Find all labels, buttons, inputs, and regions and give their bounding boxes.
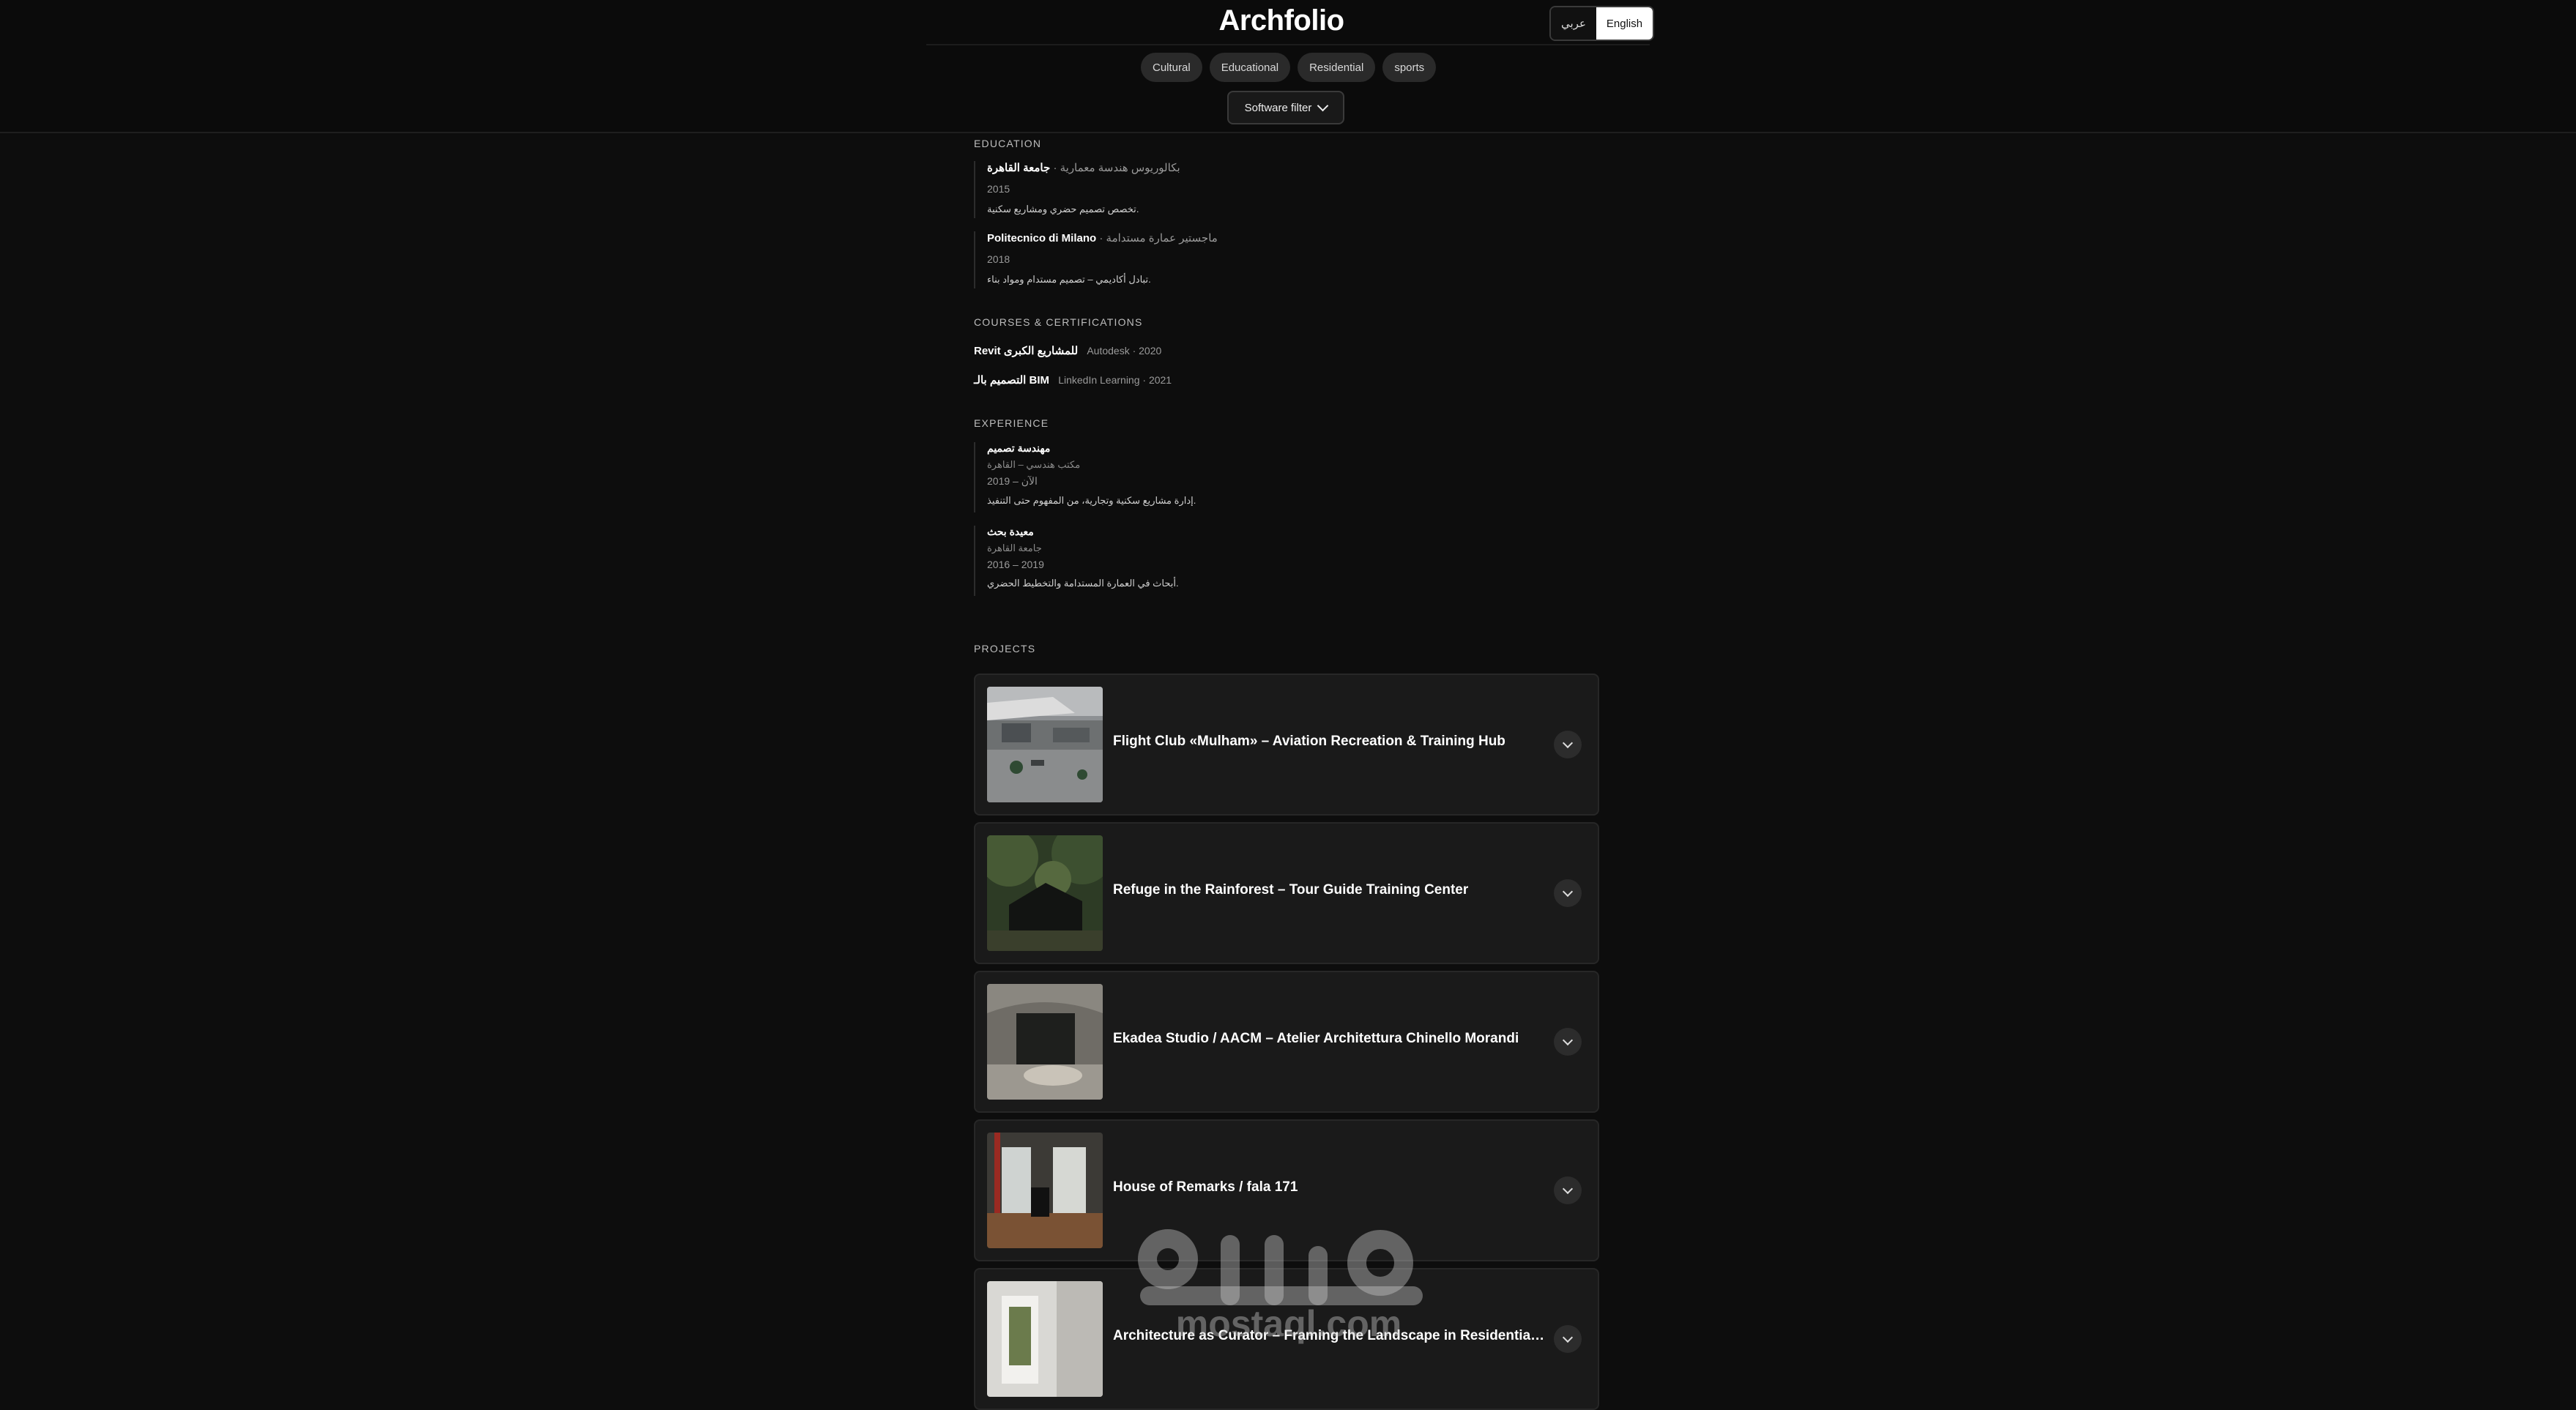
chevron-down-icon xyxy=(1562,1183,1574,1194)
lang-english-button[interactable]: English xyxy=(1596,7,1653,40)
category-cultural[interactable]: Cultural xyxy=(1141,53,1202,82)
courses-heading: COURSES & CERTIFICATIONS xyxy=(974,316,1143,328)
experience-description: إدارة مشاريع سكنية وتجارية، من المفهوم ح… xyxy=(987,495,1196,506)
brand-logo[interactable]: Archfolio xyxy=(1128,4,1435,41)
education-item: بكالوريوس هندسة معمارية · جامعة القاهرة … xyxy=(974,161,1180,218)
header-divider xyxy=(926,44,1650,45)
expand-button[interactable] xyxy=(1554,879,1582,907)
category-residential[interactable]: Residential xyxy=(1298,53,1376,82)
experience-org: جامعة القاهرة xyxy=(987,542,1042,553)
education-description: تخصص تصميم حضري ومشاريع سكنية. xyxy=(987,204,1139,215)
project-title: House of Remarks / fala 171 xyxy=(1113,1179,1298,1195)
education-heading: EDUCATION xyxy=(974,138,1042,149)
education-degree: · ماجستير عمارة مستدامة xyxy=(1099,232,1218,245)
chevron-down-icon xyxy=(1562,886,1574,897)
project-thumbnail[interactable] xyxy=(987,835,1103,951)
experience-description: أبحاث في العمارة المستدامة والتخطيط الحض… xyxy=(987,578,1179,589)
project-title: Flight Club «Mulham» – Aviation Recreati… xyxy=(1113,734,1505,749)
education-year: 2015 xyxy=(987,183,1010,195)
course-name: Revit للمشاريع الكبرى xyxy=(974,345,1079,357)
experience-heading: EXPERIENCE xyxy=(974,417,1049,429)
experience-period: 2016 – 2019 xyxy=(987,559,1044,570)
course-name: التصميم بالـ BIM xyxy=(974,374,1050,387)
expand-button[interactable] xyxy=(1554,1325,1582,1353)
lang-arabic-button[interactable]: عربي xyxy=(1551,7,1596,40)
projects-heading: PROJECTS xyxy=(974,643,1036,654)
education-degree: بكالوريوس هندسة معمارية · xyxy=(1053,162,1180,174)
course-item: التصميم بالـ BIM LinkedIn Learning · 202… xyxy=(974,373,1172,387)
education-school: جامعة القاهرة xyxy=(987,162,1051,174)
software-filter-label: Software filter xyxy=(1244,101,1312,114)
project-title: Refuge in the Rainforest – Tour Guide Tr… xyxy=(1113,882,1469,898)
project-thumbnail[interactable] xyxy=(987,1281,1103,1397)
project-card[interactable]: House of Remarks / fala 171 xyxy=(974,1119,1599,1261)
chevron-down-icon xyxy=(1317,100,1329,112)
course-meta: LinkedIn Learning · 2021 xyxy=(1058,374,1172,386)
chevron-down-icon xyxy=(1562,737,1574,748)
education-year: 2018 xyxy=(987,253,1010,265)
expand-button[interactable] xyxy=(1554,1176,1582,1204)
chevron-down-icon xyxy=(1562,1034,1574,1045)
experience-role: معيدة بحث xyxy=(987,526,1034,537)
project-card[interactable]: Ekadea Studio / AACM – Atelier Architett… xyxy=(974,971,1599,1113)
project-title: Architecture as Curator – Framing the La… xyxy=(1113,1328,1545,1343)
expand-button[interactable] xyxy=(1554,1028,1582,1056)
project-card[interactable]: Refuge in the Rainforest – Tour Guide Tr… xyxy=(974,822,1599,964)
project-title: Ekadea Studio / AACM – Atelier Architett… xyxy=(1113,1031,1519,1046)
category-sports[interactable]: sports xyxy=(1382,53,1437,82)
software-filter-dropdown[interactable]: Software filter xyxy=(1227,91,1344,124)
project-thumbnail[interactable] xyxy=(987,687,1103,802)
course-meta: Autodesk · 2020 xyxy=(1087,345,1162,357)
chevron-down-icon xyxy=(1562,1332,1574,1343)
category-filters: Cultural Educational Residential sports xyxy=(1141,53,1437,82)
experience-role: مهندسة تصميم xyxy=(987,442,1051,454)
education-school: Politecnico di Milano xyxy=(987,232,1097,245)
project-card[interactable]: Flight Club «Mulham» – Aviation Recreati… xyxy=(974,674,1599,816)
project-card[interactable]: Architecture as Curator – Framing the La… xyxy=(974,1268,1599,1410)
education-description: تبادل أكاديمي – تصميم مستدام ومواد بناء. xyxy=(987,274,1151,285)
experience-period: 2019 – الآن xyxy=(987,475,1038,487)
language-switch: عربي English xyxy=(1549,6,1655,41)
experience-item: معيدة بحث جامعة القاهرة 2016 – 2019 أبحا… xyxy=(974,526,1179,596)
course-item: Revit للمشاريع الكبرى Autodesk · 2020 xyxy=(974,344,1161,357)
experience-org: مكتب هندسي – القاهرة xyxy=(987,459,1081,470)
project-thumbnail[interactable] xyxy=(987,984,1103,1100)
expand-button[interactable] xyxy=(1554,731,1582,758)
category-educational[interactable]: Educational xyxy=(1209,53,1291,82)
top-header: Archfolio عربي English Cultural Educatio… xyxy=(0,0,2576,133)
experience-item: مهندسة تصميم مكتب هندسي – القاهرة 2019 –… xyxy=(974,442,1196,512)
education-item: Politecnico di Milano · ماجستير عمارة مس… xyxy=(974,231,1218,288)
project-thumbnail[interactable] xyxy=(987,1133,1103,1248)
